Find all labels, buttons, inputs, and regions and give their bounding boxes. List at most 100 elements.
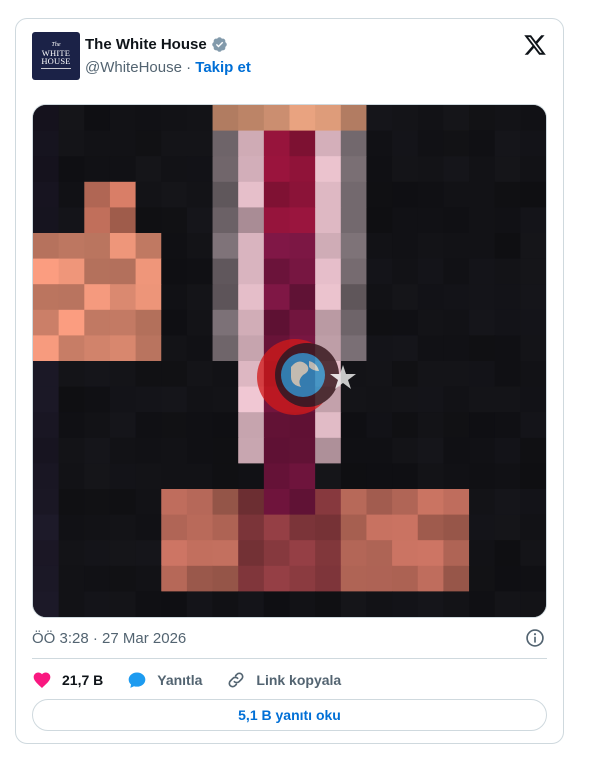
mosaic-cell [392, 565, 419, 592]
mosaic-cell [392, 412, 419, 439]
tweet-timestamp[interactable]: ÖÖ 3:28 · 27 Mar 2026 [32, 630, 186, 647]
mosaic-cell [263, 565, 291, 592]
mosaic-cell [161, 284, 188, 311]
mosaic-cell [392, 489, 419, 516]
mosaic-cell [161, 335, 188, 362]
mosaic-cell [417, 591, 444, 617]
mosaic-cell [58, 130, 85, 157]
mosaic-cell [289, 540, 316, 567]
mosaic-cell [212, 156, 239, 183]
author-display-name[interactable]: The White House [85, 36, 207, 53]
mosaic-cell [186, 258, 214, 285]
author-name-row: The White House [85, 36, 228, 53]
mosaic-cell [135, 335, 162, 362]
mosaic-cell [417, 309, 444, 336]
mosaic-cell [84, 130, 111, 157]
mosaic-cell [109, 181, 137, 208]
mosaic-cell [417, 130, 444, 157]
mosaic-cell [263, 591, 291, 617]
mosaic-cell [494, 540, 521, 567]
mosaic-cell [289, 258, 316, 285]
mosaic-cell [186, 437, 214, 464]
mosaic-cell [33, 258, 60, 285]
mosaic-cell [33, 181, 60, 208]
mosaic-cell [84, 233, 111, 260]
mosaic-cell [263, 233, 291, 260]
mosaic-cell [366, 284, 393, 311]
mosaic-cell [417, 258, 444, 285]
mosaic-cell [109, 233, 137, 260]
mosaic-cell [186, 489, 214, 516]
mosaic-cell [340, 412, 368, 439]
mosaic-cell [340, 181, 368, 208]
mosaic-cell [263, 156, 291, 183]
avatar[interactable]: The WHITE HOUSE [32, 32, 80, 80]
mosaic-cell [238, 105, 265, 132]
mosaic-cell [520, 361, 546, 388]
mosaic-cell [494, 207, 521, 234]
like-count: 21,7 B [62, 672, 104, 688]
mosaic-cell [135, 463, 162, 490]
mosaic-cell [58, 565, 85, 592]
mosaic-cell [161, 105, 188, 132]
mosaic-cell [340, 258, 368, 285]
mosaic-cell [469, 463, 496, 490]
mosaic-cell [315, 105, 342, 132]
mosaic-cell [186, 514, 214, 541]
mosaic-cell [494, 489, 521, 516]
mosaic-cell [417, 386, 444, 413]
mosaic-cell [135, 386, 162, 413]
mosaic-cell [33, 284, 60, 311]
mosaic-cell [238, 591, 265, 617]
mosaic-cell [109, 386, 137, 413]
mosaic-cell [340, 284, 368, 311]
mosaic-cell [417, 335, 444, 362]
mosaic-cell [33, 207, 60, 234]
mosaic-cell [135, 258, 162, 285]
handle-separator: · [186, 59, 192, 76]
mosaic-cell [212, 233, 239, 260]
mosaic-cell [315, 284, 342, 311]
mosaic-cell [289, 130, 316, 157]
mosaic-cell [469, 489, 496, 516]
mosaic-cell [238, 437, 265, 464]
x-logo-icon[interactable] [523, 33, 547, 57]
author-handle[interactable]: @WhiteHouse [85, 59, 182, 76]
mosaic-cell [315, 233, 342, 260]
mosaic-cell [520, 105, 546, 132]
read-replies-label: 5,1 B yanıtı oku [238, 707, 341, 723]
mosaic-cell [135, 437, 162, 464]
mosaic-cell [161, 386, 188, 413]
mosaic-cell [263, 437, 291, 464]
mosaic-cell [58, 386, 85, 413]
info-icon[interactable] [525, 628, 545, 648]
like-button[interactable]: 21,7 B [32, 670, 103, 690]
mosaic-cell [315, 207, 342, 234]
mosaic-cell [315, 437, 342, 464]
tweet-media-image[interactable] [32, 104, 547, 618]
mosaic-cell [315, 463, 342, 490]
mosaic-cell [161, 437, 188, 464]
mosaic-cell [366, 591, 393, 617]
copy-link-button[interactable]: Link kopyala [226, 670, 341, 690]
mosaic-cell [58, 207, 85, 234]
mosaic-cell [366, 309, 393, 336]
mosaic-cell [84, 181, 111, 208]
mosaic-cell [340, 591, 368, 617]
mosaic-cell [469, 181, 496, 208]
mosaic-cell [84, 361, 111, 388]
mosaic-cell [417, 565, 444, 592]
reply-button[interactable]: Yanıtla [127, 670, 202, 690]
mosaic-cell [84, 335, 111, 362]
mosaic-cell [520, 233, 546, 260]
mosaic-cell [238, 565, 265, 592]
mosaic-cell [109, 130, 137, 157]
read-replies-button[interactable]: 5,1 B yanıtı oku [32, 699, 547, 731]
mosaic-cell [289, 437, 316, 464]
mosaic-cell [238, 463, 265, 490]
mosaic-cell [186, 361, 214, 388]
follow-button[interactable]: Takip et [195, 59, 251, 76]
mosaic-cell [443, 361, 470, 388]
mosaic-cell [109, 437, 137, 464]
mosaic-cell [443, 258, 470, 285]
